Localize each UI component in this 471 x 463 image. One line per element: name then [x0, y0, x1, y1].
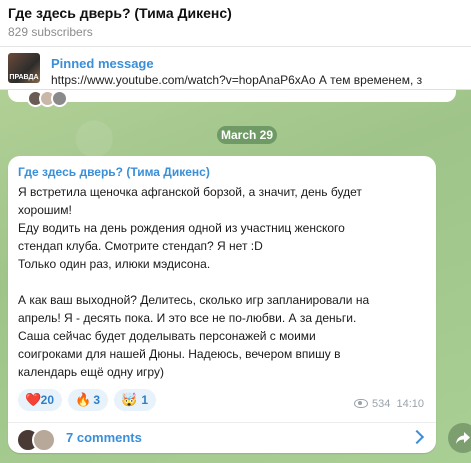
- reaction-fire[interactable]: 🔥 3: [68, 389, 108, 411]
- post-text: Я встретила щеночка афганской борзой, а …: [18, 183, 423, 381]
- text-line: апрель! Я - десять пока. И это все не по…: [18, 311, 357, 325]
- text-line: соигроками для нашей Дюны. Надеюсь, вече…: [18, 347, 341, 361]
- text-line: хорошим!: [18, 203, 72, 217]
- pinned-title: Pinned message: [51, 56, 154, 71]
- share-arrow-icon: [456, 432, 470, 444]
- mind-blown-icon: 🤯: [121, 392, 138, 407]
- text-line: Еду водить на день рождения одной из уча…: [18, 221, 345, 235]
- chevron-right-icon: [409, 429, 425, 445]
- fire-icon: 🔥: [75, 392, 92, 407]
- view-count: 534: [371, 398, 391, 410]
- pinned-preview-text: https://www.youtube.com/watch?v=hopAnaP6…: [51, 73, 423, 87]
- reaction-heart[interactable]: ❤️ 20: [18, 389, 62, 411]
- reaction-count: 20: [40, 393, 54, 407]
- reaction-count: 3: [93, 393, 100, 407]
- post-author[interactable]: Где здесь дверь? (Тима Дикенс): [18, 165, 210, 179]
- text-line: календарь ещё одну игру): [18, 365, 164, 379]
- text-line: стендап клуба. Смотрите стендап? Я нет :…: [18, 239, 263, 253]
- pinned-thumbnail: ПРАВДА: [8, 53, 40, 83]
- text-line: Саша сейчас будет доделывать персонажей …: [18, 329, 316, 343]
- heart-icon: ❤️: [25, 392, 42, 407]
- avatar: [32, 428, 56, 452]
- date-separator: March 29: [217, 126, 277, 144]
- post-meta: 534 14:10: [353, 398, 424, 410]
- comments-label[interactable]: 7 comments: [66, 430, 142, 445]
- text-line: Я встретила щеночка афганской борзой, а …: [18, 185, 362, 199]
- text-line: Только один раз, илюки мэдисона.: [18, 257, 211, 271]
- avatar: [51, 90, 68, 107]
- post-time: 14:10: [396, 398, 424, 410]
- channel-title[interactable]: Где здесь дверь? (Тима Дикенс): [8, 5, 232, 21]
- thumbnail-caption: ПРАВДА: [9, 74, 39, 81]
- reaction-count: 1: [141, 393, 148, 407]
- pinned-message-bar[interactable]: ПРАВДА Pinned message https://www.youtub…: [0, 47, 471, 90]
- channel-post[interactable]: Где здесь дверь? (Тима Дикенс) Я встрети…: [8, 156, 436, 453]
- share-button[interactable]: [448, 423, 471, 453]
- subscriber-count: 829 subscribers: [8, 25, 93, 39]
- channel-header[interactable]: Где здесь дверь? (Тима Дикенс) 829 subsc…: [0, 0, 471, 47]
- text-line: А как ваш выходной? Делитесь, сколько иг…: [18, 293, 370, 307]
- comments-button[interactable]: 7 comments: [8, 423, 436, 453]
- reaction-mind-blown[interactable]: 🤯 1: [114, 389, 156, 411]
- eye-icon: [353, 399, 368, 408]
